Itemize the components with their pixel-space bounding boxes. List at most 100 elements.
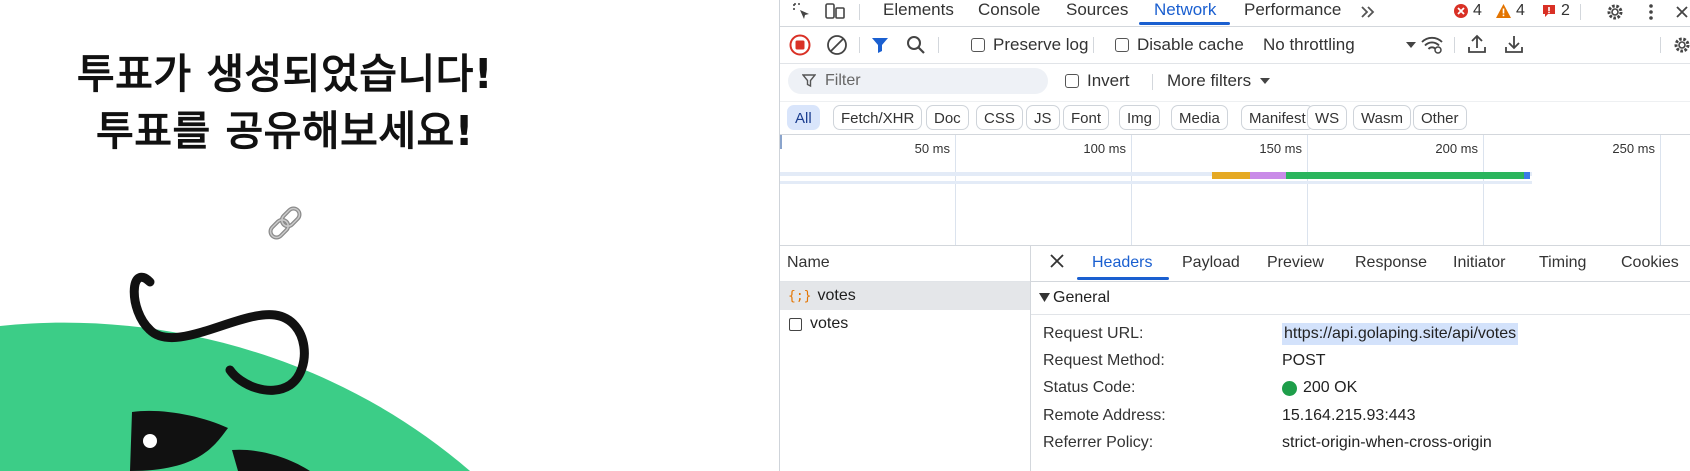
throttling-select[interactable]: No throttling (1263, 35, 1417, 55)
request-row-votes-doc[interactable]: votes (780, 310, 1030, 338)
type-img[interactable]: Img (1119, 105, 1161, 130)
record-stop-icon[interactable] (788, 33, 812, 57)
timeline-bar-track-2 (780, 181, 1532, 184)
tab-cookies[interactable]: Cookies (1621, 254, 1679, 272)
caret-down-icon (1405, 42, 1416, 48)
general-section-header[interactable]: General (1031, 282, 1690, 315)
warning-count[interactable]: 4 (1495, 0, 1525, 22)
issue-icon (1543, 5, 1555, 17)
remote-address-value[interactable]: 15.164.215.93:443 (1282, 407, 1415, 425)
name-column-label: Name (787, 254, 830, 271)
download-har-icon[interactable] (1502, 32, 1526, 56)
timeline-tick-150: 150 ms (1259, 141, 1302, 156)
filter-input[interactable]: Filter (788, 68, 1048, 94)
disable-cache-checkbox[interactable]: Disable cache (1115, 35, 1244, 55)
filter-toggle-icon[interactable] (868, 33, 892, 57)
type-css[interactable]: CSS (976, 105, 1023, 130)
detail-tab-indicator (1077, 277, 1169, 280)
type-all[interactable]: All (787, 105, 820, 130)
timeline-bar-stalled (1212, 172, 1250, 179)
name-column-header[interactable]: Name (780, 245, 1030, 282)
network-toolbar: Preserve log Disable cache No throttling (780, 27, 1690, 64)
timeline-tick-250: 250 ms (1612, 141, 1655, 156)
type-doc[interactable]: Doc (926, 105, 969, 130)
clear-log-icon[interactable] (825, 33, 849, 57)
page-title-line2: 투표를 공유해보세요! (96, 107, 474, 155)
close-devtools-icon[interactable] (1670, 0, 1690, 24)
preserve-log-checkbox[interactable]: Preserve log (971, 35, 1088, 55)
tab-payload[interactable]: Payload (1182, 254, 1240, 272)
close-icon[interactable] (1049, 253, 1065, 269)
type-font[interactable]: Font (1063, 105, 1110, 130)
type-other[interactable]: Other (1413, 105, 1467, 130)
disable-cache-label: Disable cache (1137, 35, 1244, 54)
status-code-value-wrap[interactable]: 200 OK (1282, 379, 1357, 397)
timeline-handle[interactable] (780, 135, 782, 149)
request-list: Name {;} votes votes (780, 245, 1031, 471)
error-count-value: 4 (1473, 2, 1482, 19)
invert-box[interactable] (1065, 74, 1079, 88)
network-overview-timeline[interactable]: 50 ms 100 ms 150 ms 200 ms 250 ms (780, 134, 1690, 246)
request-method-value[interactable]: POST (1282, 352, 1326, 370)
tab-headers[interactable]: Headers (1092, 254, 1152, 272)
issue-count-value: 2 (1561, 2, 1570, 19)
referrer-policy-key: Referrer Policy: (1043, 434, 1154, 451)
status-code-key: Status Code: (1043, 379, 1136, 396)
issue-count[interactable]: 2 (1541, 0, 1570, 22)
network-conditions-icon[interactable] (1420, 33, 1444, 57)
caret-down-icon (1260, 78, 1271, 84)
warning-icon (1496, 4, 1511, 18)
error-count[interactable]: 4 (1453, 0, 1482, 22)
invert-label: Invert (1087, 71, 1130, 90)
network-settings-icon[interactable] (1670, 33, 1690, 57)
request-url-value[interactable]: https://api.golaping.site/api/votes (1282, 323, 1519, 345)
tab-preview[interactable]: Preview (1267, 254, 1324, 272)
devtools-panel: Elements Console Sources Network Perform… (779, 0, 1690, 471)
timeline-bar-ssl (1250, 172, 1286, 179)
type-ws[interactable]: WS (1307, 105, 1348, 130)
page-title-line1: 투표가 생성되었습니다! (76, 50, 494, 98)
general-section-title: General (1053, 289, 1110, 306)
kebab-menu-icon[interactable] (1639, 0, 1663, 24)
tab-performance[interactable]: Performance (1244, 0, 1341, 25)
search-icon[interactable] (904, 33, 928, 57)
tab-elements[interactable]: Elements (883, 0, 954, 25)
detail-tab-bar: Headers Payload Preview Response Initiat… (1031, 245, 1690, 282)
request-method-key: Request Method: (1043, 352, 1165, 369)
type-js[interactable]: JS (1026, 105, 1060, 130)
referrer-policy-value[interactable]: strict-origin-when-cross-origin (1282, 434, 1492, 452)
request-row-votes-fetch[interactable]: {;} votes (780, 282, 1030, 310)
preserve-log-label: Preserve log (993, 35, 1089, 54)
filter-placeholder: Filter (825, 72, 861, 89)
status-code-value: 200 OK (1303, 379, 1358, 396)
warning-count-value: 4 (1516, 2, 1525, 19)
double-chevron-right-icon[interactable] (1356, 0, 1380, 24)
share-link-button[interactable] (262, 200, 308, 246)
type-fetch-xhr[interactable]: Fetch/XHR (833, 105, 923, 130)
request-name: votes (810, 315, 849, 332)
mascot-illustration (0, 272, 470, 471)
gear-icon[interactable] (1603, 0, 1627, 24)
type-media[interactable]: Media (1171, 105, 1228, 130)
disable-cache-box[interactable] (1115, 38, 1129, 52)
more-filters-dropdown[interactable]: More filters (1167, 71, 1271, 91)
type-wasm[interactable]: Wasm (1353, 105, 1411, 130)
mascot-body (0, 322, 470, 471)
inspect-element-icon[interactable] (790, 0, 814, 24)
tab-console[interactable]: Console (978, 0, 1040, 25)
tab-timing[interactable]: Timing (1539, 254, 1586, 272)
device-toolbar-icon[interactable] (823, 0, 847, 24)
document-icon (789, 317, 802, 331)
tab-initiator[interactable]: Initiator (1453, 254, 1505, 272)
mascot-eye-highlight (143, 434, 157, 448)
tab-sources[interactable]: Sources (1066, 0, 1128, 25)
fetch-icon: {;} (788, 288, 812, 304)
preserve-log-box[interactable] (971, 38, 985, 52)
status-ok-dot-icon (1282, 380, 1297, 396)
timeline-bar-waiting (1286, 172, 1524, 179)
timeline-tick-50: 50 ms (914, 141, 950, 156)
tab-response[interactable]: Response (1355, 254, 1427, 272)
type-manifest[interactable]: Manifest (1241, 105, 1314, 130)
upload-har-icon[interactable] (1465, 32, 1489, 56)
invert-checkbox[interactable]: Invert (1065, 71, 1130, 91)
